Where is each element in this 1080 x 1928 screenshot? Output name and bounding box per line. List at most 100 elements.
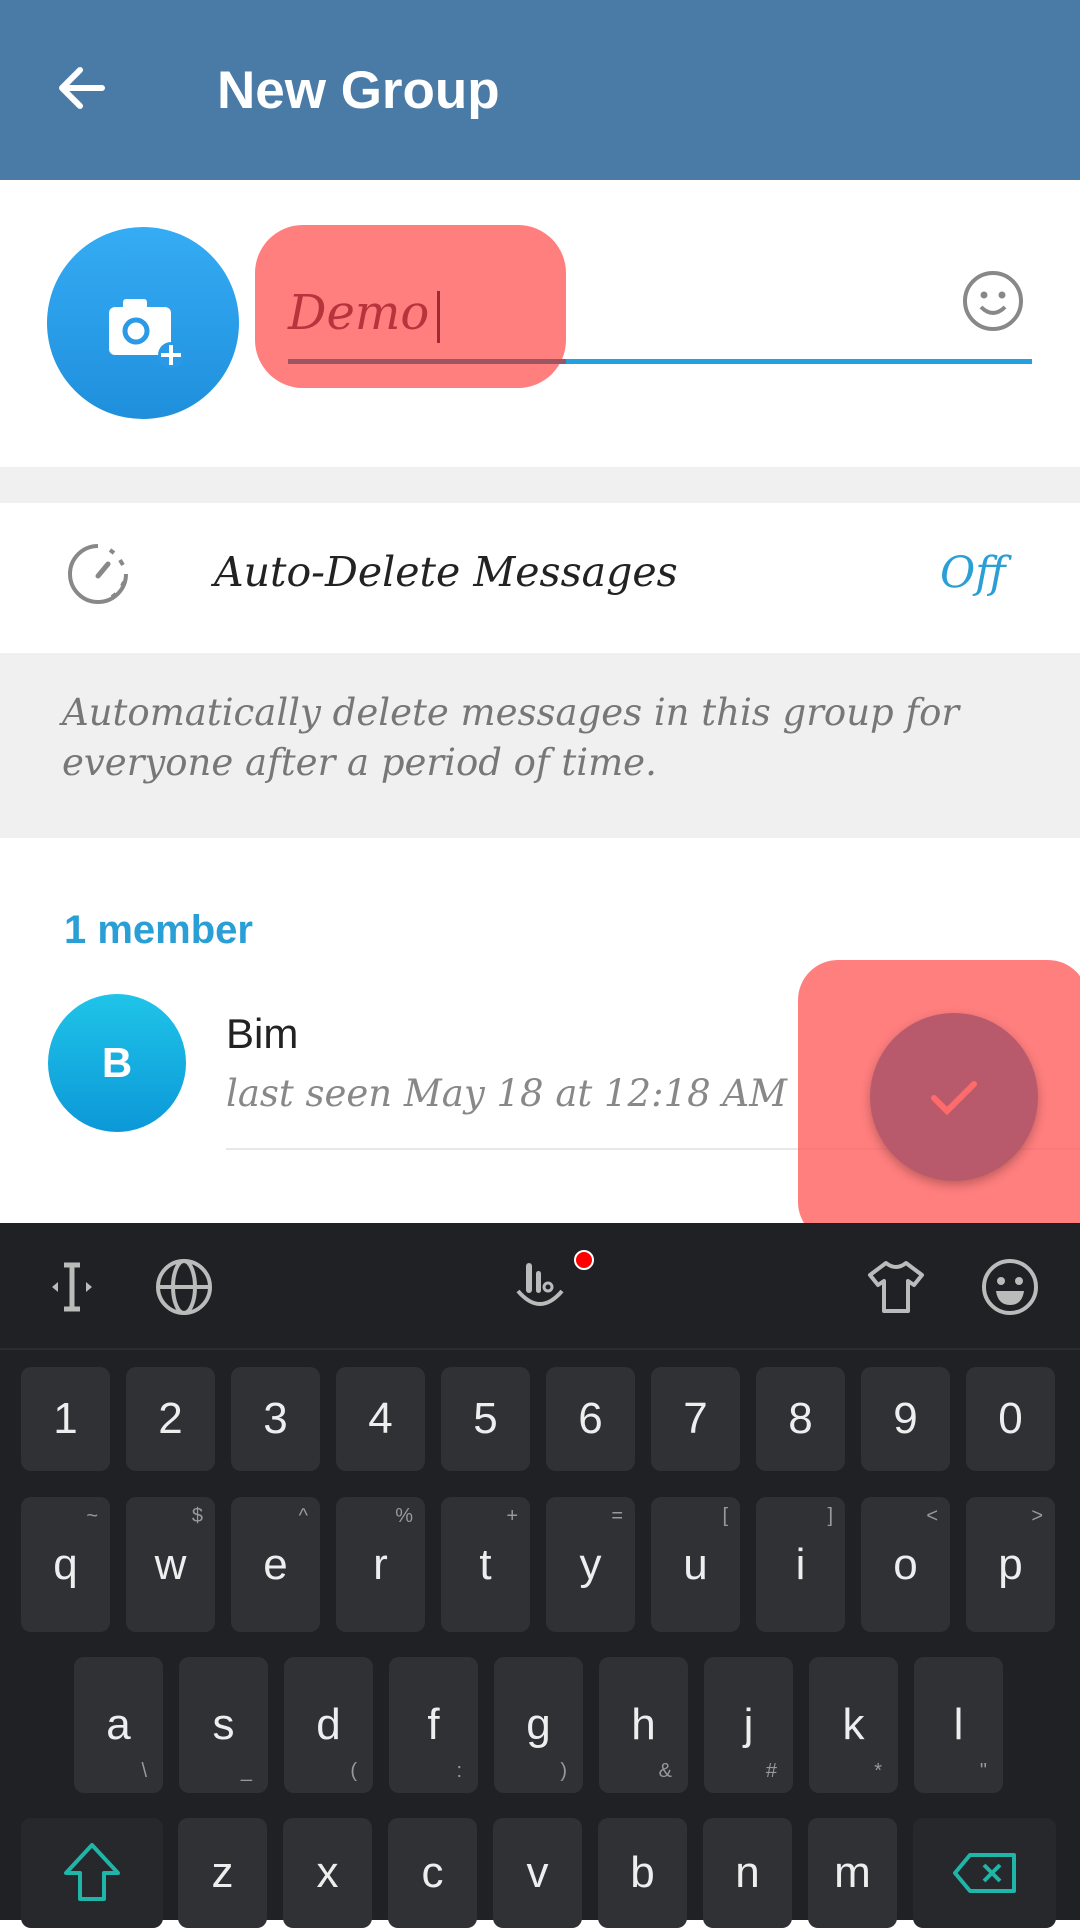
set-photo-button[interactable] xyxy=(47,227,239,419)
section-divider xyxy=(0,467,1080,503)
key-label: l xyxy=(953,1700,964,1749)
page-title: New Group xyxy=(217,61,500,120)
key-secondary-label: ^ xyxy=(298,1505,308,1527)
key-secondary-label: " xyxy=(979,1760,987,1782)
key-c[interactable]: c xyxy=(388,1818,477,1928)
key-z[interactable]: z xyxy=(178,1818,267,1928)
key-secondary-label: : xyxy=(456,1760,462,1782)
input-underline-highlighted xyxy=(288,359,566,364)
key-a[interactable]: a \ xyxy=(74,1657,163,1793)
app-bar xyxy=(0,0,1080,180)
key-9[interactable]: 9 xyxy=(861,1367,950,1471)
key-m[interactable]: m xyxy=(808,1818,897,1928)
key-label: 1 xyxy=(53,1394,78,1443)
key-label: m xyxy=(834,1848,871,1897)
shift-key[interactable] xyxy=(21,1818,163,1928)
key-t[interactable]: t + xyxy=(441,1497,530,1632)
key-v[interactable]: v xyxy=(493,1818,582,1928)
arrow-left-icon[interactable] xyxy=(52,58,112,118)
key-label: r xyxy=(373,1539,388,1589)
key-label: 3 xyxy=(263,1394,288,1443)
key-u[interactable]: u[ xyxy=(651,1497,740,1632)
key-8[interactable]: 8 xyxy=(756,1367,845,1471)
key-x[interactable]: x xyxy=(283,1818,372,1928)
members-count: 1 member xyxy=(64,908,253,952)
key-label: t xyxy=(479,1539,492,1589)
key-label: q xyxy=(53,1539,78,1589)
key-secondary-label: * xyxy=(874,1760,882,1782)
smiley-icon[interactable] xyxy=(961,269,1025,333)
checkmark-icon xyxy=(931,1081,977,1116)
key-1[interactable]: 1 xyxy=(21,1367,110,1471)
key-secondary-label: # xyxy=(765,1760,777,1782)
key-label: 7 xyxy=(683,1394,708,1443)
key-secondary-label: $ xyxy=(191,1505,203,1527)
confirm-button[interactable] xyxy=(870,1013,1038,1181)
key-j[interactable]: j # xyxy=(704,1657,793,1793)
key-5[interactable]: 5 xyxy=(441,1367,530,1471)
key-s[interactable]: s _ xyxy=(179,1657,268,1793)
key-secondary-label: % xyxy=(395,1505,413,1527)
group-name-input[interactable]: Demo xyxy=(288,285,441,343)
key-7[interactable]: 7 xyxy=(651,1367,740,1471)
key-label: 2 xyxy=(158,1394,183,1443)
key-secondary-label: ] xyxy=(827,1505,833,1527)
camera-add-icon xyxy=(109,299,184,368)
key-h[interactable]: h & xyxy=(599,1657,688,1793)
key-secondary-label: ) xyxy=(560,1760,567,1782)
key-i[interactable]: i] xyxy=(756,1497,845,1632)
key-label: x xyxy=(316,1848,339,1897)
key-4[interactable]: 4 xyxy=(336,1367,425,1471)
avatar: B xyxy=(48,994,186,1132)
key-label: a xyxy=(106,1700,131,1749)
key-label: o xyxy=(893,1539,918,1589)
key-q[interactable]: q ~ xyxy=(21,1497,110,1632)
cursor-icon[interactable] xyxy=(40,1255,104,1319)
key-b[interactable]: b xyxy=(598,1818,687,1928)
key-w[interactable]: w $ xyxy=(126,1497,215,1632)
key-secondary-label: < xyxy=(926,1505,938,1527)
key-label: p xyxy=(998,1539,1023,1589)
backspace-key[interactable] xyxy=(913,1818,1056,1928)
key-label: f xyxy=(427,1700,440,1749)
touchpal-icon[interactable] xyxy=(508,1255,572,1319)
key-d[interactable]: d( xyxy=(284,1657,373,1793)
key-secondary-label: + xyxy=(506,1505,518,1527)
key-g[interactable]: g) xyxy=(494,1657,583,1793)
key-label: z xyxy=(211,1848,234,1897)
emoji-icon[interactable] xyxy=(978,1255,1042,1319)
key-label: 4 xyxy=(368,1394,393,1443)
shift-arrow-icon xyxy=(64,1843,120,1901)
key-y[interactable]: y = xyxy=(546,1497,635,1632)
key-label: h xyxy=(631,1700,656,1749)
key-label: e xyxy=(263,1539,288,1589)
key-0[interactable]: 0 xyxy=(966,1367,1055,1471)
globe-icon[interactable] xyxy=(152,1255,216,1319)
key-r[interactable]: r% xyxy=(336,1497,425,1632)
key-label: c xyxy=(421,1848,444,1897)
key-label: n xyxy=(735,1848,760,1897)
text-cursor xyxy=(437,290,441,343)
theme-shirt-icon[interactable] xyxy=(864,1255,928,1319)
key-label: b xyxy=(630,1848,655,1897)
key-o[interactable]: o < xyxy=(861,1497,950,1632)
key-secondary-label: & xyxy=(658,1760,672,1782)
key-e[interactable]: e ^ xyxy=(231,1497,320,1632)
key-l[interactable]: l " xyxy=(914,1657,1003,1793)
key-label: 0 xyxy=(998,1394,1023,1443)
auto-delete-value[interactable]: Off xyxy=(940,548,1006,598)
key-p[interactable]: p > xyxy=(966,1497,1055,1632)
key-label: w xyxy=(154,1539,187,1589)
key-f[interactable]: f: xyxy=(389,1657,478,1793)
key-secondary-label: [ xyxy=(722,1505,728,1527)
member-name: Bim xyxy=(226,1010,299,1057)
key-n[interactable]: n xyxy=(703,1818,792,1928)
key-6[interactable]: 6 xyxy=(546,1367,635,1471)
key-2[interactable]: 2 xyxy=(126,1367,215,1471)
key-k[interactable]: k * xyxy=(809,1657,898,1793)
key-3[interactable]: 3 xyxy=(231,1367,320,1471)
key-label: s xyxy=(212,1700,235,1749)
keyboard-toolbar-divider xyxy=(0,1348,1080,1350)
timer-icon xyxy=(68,544,128,604)
key-label: j xyxy=(743,1700,754,1749)
